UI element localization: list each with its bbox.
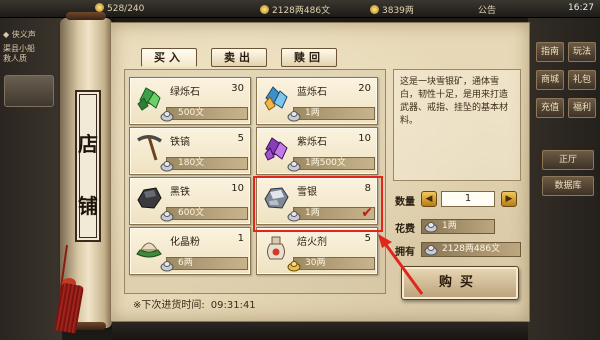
cost-value-box: 1两 bbox=[421, 219, 495, 234]
side-button-play[interactable]: 玩法 bbox=[568, 42, 596, 62]
silver-ingot-icon bbox=[160, 261, 174, 272]
silver-ingot-icon bbox=[287, 111, 301, 122]
item-green-crystal[interactable]: 绿烁石 30 500文 bbox=[129, 77, 251, 125]
quest-title[interactable]: ◆ 侠义声 bbox=[3, 30, 36, 40]
quantity-label: 数量 bbox=[395, 197, 415, 208]
side-button-guide[interactable]: 指南 bbox=[536, 42, 564, 62]
bottom-toolbar bbox=[112, 322, 528, 340]
item-price: 1两500文 bbox=[305, 158, 346, 168]
quantity-decrease-button[interactable]: ◀ bbox=[421, 191, 437, 207]
item-purple-crystal[interactable]: 紫烁石 10 1两500文 bbox=[256, 127, 378, 175]
clock: 16:27 bbox=[568, 3, 594, 13]
owned-value: 2128两486文 bbox=[442, 244, 501, 254]
stat-gold-value: 3839两 bbox=[382, 6, 414, 16]
stat-money-value: 2128两486文 bbox=[272, 6, 331, 16]
item-name: 紫烁石 bbox=[297, 137, 327, 148]
pickaxe-icon bbox=[137, 135, 162, 161]
item-price: 500文 bbox=[178, 108, 205, 118]
scroll-rod-top bbox=[66, 12, 106, 20]
item-stock: 10 bbox=[231, 183, 244, 194]
item-name: 化晶粉 bbox=[170, 237, 200, 248]
item-stock: 10 bbox=[358, 133, 371, 144]
silver-ingot-icon bbox=[160, 211, 174, 222]
selection-highlight bbox=[253, 176, 383, 232]
quantity-input[interactable]: 1 bbox=[441, 191, 495, 207]
item-price: 600文 bbox=[178, 208, 205, 218]
item-price: 6两 bbox=[178, 258, 193, 268]
item-description: 这是一块雪银矿，通体雪白，韧性十足，是用来打造武器、戒指、挂坠的基本材料。 bbox=[393, 69, 521, 181]
cost-value: 1两 bbox=[442, 221, 457, 231]
side-button-hall[interactable]: 正厅 bbox=[542, 150, 594, 170]
restock-time: 09:31:41 bbox=[210, 300, 256, 311]
avatar-frame bbox=[4, 75, 54, 107]
side-button-recharge[interactable]: 充值 bbox=[536, 98, 564, 118]
tab-sell[interactable]: 卖出 bbox=[211, 48, 267, 67]
quest-line-2: 救人质 bbox=[3, 54, 27, 63]
shop-sign-char-2: 铺 bbox=[78, 194, 98, 218]
restock-timer: ※下次进货时间: 09:31:41 bbox=[133, 296, 256, 311]
silver-ingot-icon bbox=[160, 161, 174, 172]
green-crystal-icon bbox=[137, 87, 161, 111]
quantity-increase-button[interactable]: ▶ bbox=[501, 191, 517, 207]
item-stock: 1 bbox=[237, 233, 244, 244]
item-name: 焙火剂 bbox=[297, 237, 327, 248]
item-blue-crystal[interactable]: 蓝烁石 20 1两 bbox=[256, 77, 378, 125]
owned-value-box: 2128两486文 bbox=[421, 242, 521, 257]
notice-button[interactable]: 公告 bbox=[478, 3, 496, 16]
quest-line-1: 渠县小船 bbox=[3, 44, 35, 53]
item-price: 1两 bbox=[305, 108, 320, 118]
stat-gold: 3839两 bbox=[370, 3, 414, 16]
side-button-gift[interactable]: 礼包 bbox=[568, 70, 596, 90]
item-name: 绿烁石 bbox=[170, 87, 200, 98]
restock-label: ※下次进货时间: bbox=[133, 300, 205, 311]
item-crystal-powder[interactable]: 化晶粉 1 6两 bbox=[129, 227, 251, 275]
item-black-iron[interactable]: 黑铁 10 600文 bbox=[129, 177, 251, 225]
blue-crystal-icon bbox=[264, 86, 288, 111]
shop-sign-char-1: 店 bbox=[78, 132, 98, 156]
item-name: 黑铁 bbox=[170, 187, 190, 198]
crystal-powder-icon bbox=[136, 242, 162, 258]
shop-panel: 买入 卖出 赎回 绿烁石 30 500文 蓝烁石 20 1两 铁镐 5 180文… bbox=[110, 22, 530, 322]
fire-agent-icon bbox=[267, 236, 285, 260]
stat-energy-value: 528/240 bbox=[107, 4, 145, 14]
gold-ingot-icon bbox=[287, 261, 301, 272]
stat-money: 2128两486文 bbox=[260, 3, 330, 16]
tab-buy[interactable]: 买入 bbox=[141, 48, 197, 67]
silver-ingot-icon bbox=[287, 161, 301, 172]
item-price: 180文 bbox=[178, 158, 205, 168]
item-iron-pickaxe[interactable]: 铁镐 5 180文 bbox=[129, 127, 251, 175]
item-name: 铁镐 bbox=[170, 137, 190, 148]
quest-panel bbox=[0, 18, 62, 340]
red-arrow-icon bbox=[378, 234, 424, 295]
tab-redeem[interactable]: 赎回 bbox=[281, 48, 337, 67]
black-iron-icon bbox=[137, 187, 162, 209]
purple-crystal-icon bbox=[264, 137, 288, 161]
side-button-mall[interactable]: 商城 bbox=[536, 70, 564, 90]
shop-sign: 店 铺 bbox=[75, 90, 101, 242]
side-button-database[interactable]: 数据库 bbox=[542, 176, 594, 196]
item-stock: 5 bbox=[237, 133, 244, 144]
item-stock: 20 bbox=[358, 83, 371, 94]
item-name: 蓝烁石 bbox=[297, 87, 327, 98]
item-stock: 30 bbox=[231, 83, 244, 94]
side-button-welfare[interactable]: 福利 bbox=[568, 98, 596, 118]
silver-ingot-icon bbox=[160, 111, 174, 122]
item-fire-agent[interactable]: 焙火剂 5 30两 bbox=[256, 227, 378, 275]
item-price: 30两 bbox=[305, 258, 326, 268]
